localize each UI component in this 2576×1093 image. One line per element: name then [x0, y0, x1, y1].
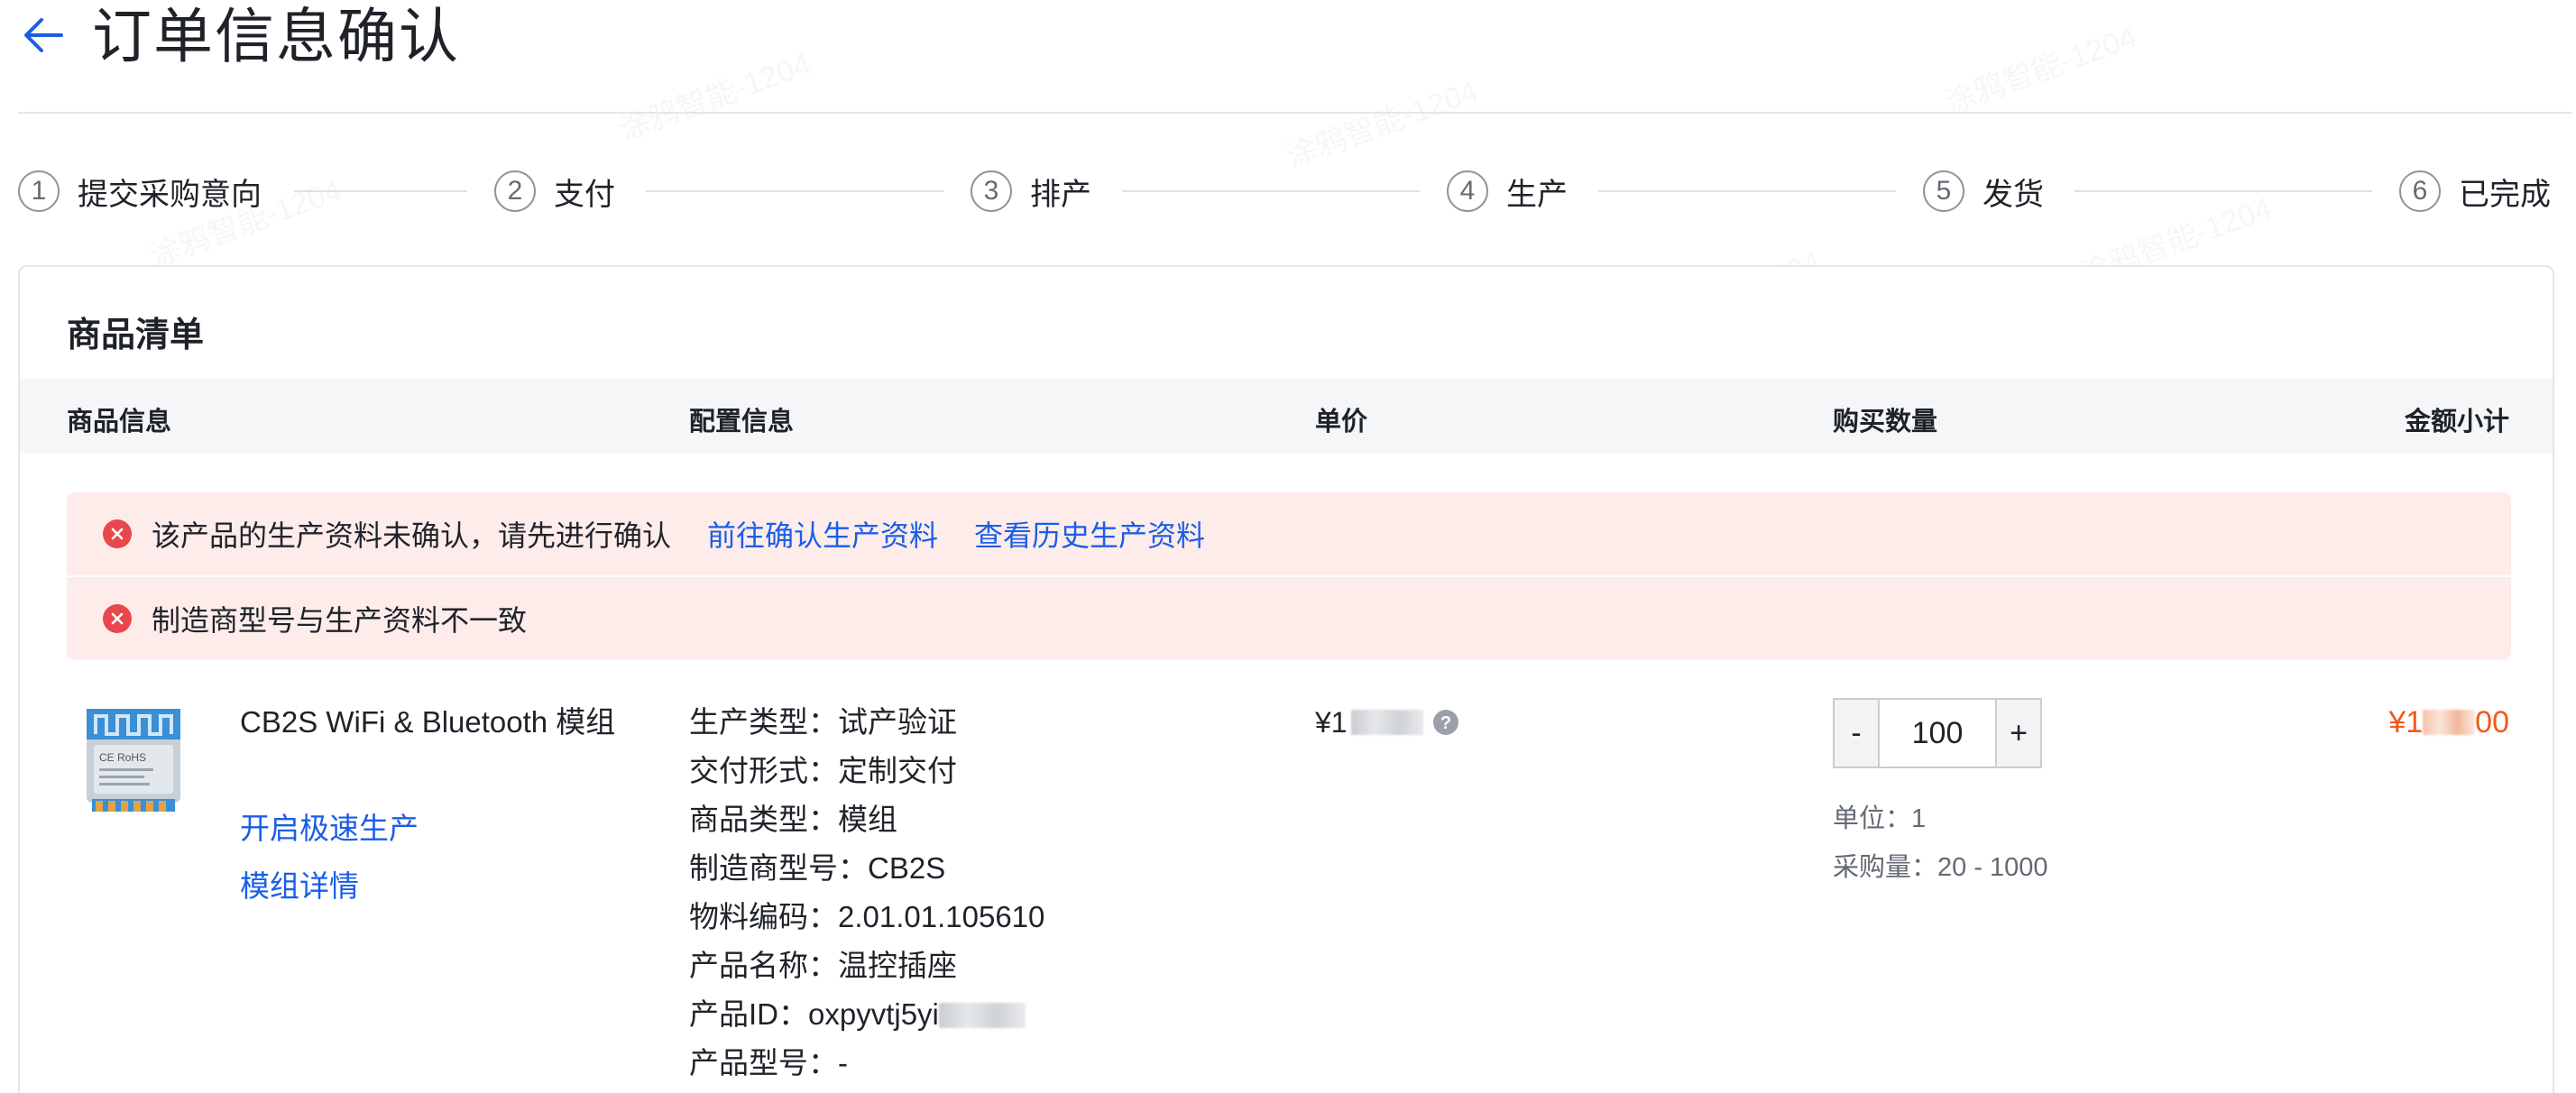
svg-text:?: ?	[1440, 713, 1450, 733]
alert-text: 制造商型号与生产资料不一致	[152, 604, 528, 637]
alert-mismatch: 制造商型号与生产资料不一致	[67, 577, 2511, 660]
unit-price: ¥1 ?	[1315, 698, 1459, 747]
step-ship: 5 发货	[1923, 164, 2044, 218]
step-schedule: 3 排产	[971, 164, 1091, 218]
config-label: 产品型号：	[689, 1046, 838, 1079]
config-value: 模组	[838, 803, 897, 836]
config-value: 2.01.01.105610	[838, 900, 1045, 933]
column-subtotal: 金额小计	[2404, 408, 2509, 436]
config-label: 产品名称：	[689, 949, 838, 982]
help-circle-icon[interactable]: ?	[1432, 709, 1459, 736]
svg-text:CE RoHS: CE RoHS	[99, 751, 146, 764]
view-history-production-data-link[interactable]: 查看历史生产资料	[974, 513, 1205, 555]
purchase-range-label: 采购量：20 - 1000	[1833, 853, 2048, 882]
step-divider	[294, 190, 467, 192]
redacted-subtotal	[2423, 710, 2476, 735]
config-row: 产品ID： oxpyvtj5yi	[689, 990, 1266, 1039]
quantity-input[interactable]	[1878, 700, 1997, 767]
step-divider	[2075, 190, 2372, 192]
step-divider	[1598, 190, 1896, 192]
column-config: 配置信息	[689, 408, 795, 436]
config-row: 生产类型： 试产验证	[689, 698, 1266, 747]
page-title: 订单信息确认	[92, 3, 460, 69]
config-info: 生产类型： 试产验证 交付形式： 定制交付 商品类型： 模组 制造商型号： CB2S 物…	[689, 698, 1266, 1088]
config-value: 试产验证	[838, 705, 957, 739]
config-value: 温控插座	[838, 949, 957, 982]
product-list-card: 商品清单 商品信息 配置信息 单价 购买数量 金额小计 该产品的生产资料未确认，…	[18, 265, 2554, 1093]
step-label: 发货	[1983, 177, 2044, 212]
config-value: CB2S	[868, 851, 946, 885]
column-price: 单价	[1315, 408, 1368, 436]
unit-label: 单位：1	[1833, 804, 1927, 833]
arrow-left-icon[interactable]	[20, 13, 65, 58]
config-value: 定制交付	[838, 754, 957, 787]
step-number: 1	[18, 170, 60, 212]
step-number: 6	[2399, 170, 2441, 212]
subtotal-suffix: 00	[2475, 705, 2509, 739]
decrease-button[interactable]: -	[1835, 700, 1878, 767]
config-row: 产品名称： 温控插座	[689, 941, 1266, 990]
config-row: 交付形式： 定制交付	[689, 747, 1266, 795]
config-value: -	[838, 1046, 848, 1079]
step-number: 2	[494, 170, 536, 212]
config-row: 制造商型号： CB2S	[689, 844, 1266, 893]
step-submit: 1 提交采购意向	[18, 164, 262, 218]
step-number: 3	[971, 170, 1012, 212]
step-number: 4	[1447, 170, 1488, 212]
config-label: 制造商型号：	[689, 851, 868, 885]
error-circle-icon	[103, 519, 132, 548]
order-confirm-page: 涂鸦智能-1204 涂鸦智能-1204 涂鸦智能-1204 涂鸦智能-1204 …	[0, 0, 2576, 1093]
table-header: 商品信息 配置信息 单价 购买数量 金额小计	[20, 379, 2553, 453]
step-divider	[1122, 190, 1420, 192]
step-complete: 6 已完成	[2399, 164, 2551, 218]
config-row: 产品型号： -	[689, 1039, 1266, 1088]
card-title: 商品清单	[67, 317, 205, 354]
subtotal-amount: ¥1 00	[2388, 698, 2509, 747]
alert-unconfirmed: 该产品的生产资料未确认，请先进行确认 前往确认生产资料 查看历史生产资料	[67, 492, 2511, 575]
step-produce: 4 生产	[1447, 164, 1568, 218]
config-label: 商品类型：	[689, 803, 838, 836]
redacted-value	[938, 1003, 1026, 1028]
config-label: 物料编码：	[689, 900, 838, 933]
price-prefix: ¥1	[1315, 706, 1348, 739]
product-name: CB2S WiFi & Bluetooth 模组	[240, 705, 616, 739]
alert-text: 该产品的生产资料未确认，请先进行确认	[152, 519, 672, 552]
config-value: oxpyvtj5yi	[808, 997, 939, 1031]
error-circle-icon	[103, 604, 132, 633]
fast-production-link[interactable]: 开启极速生产	[240, 804, 419, 848]
step-label: 支付	[554, 177, 615, 212]
step-label: 已完成	[2459, 177, 2551, 212]
subtotal-prefix: ¥1	[2388, 705, 2424, 739]
step-divider	[646, 190, 943, 192]
redacted-price	[1350, 710, 1423, 735]
step-label: 生产	[1506, 177, 1568, 212]
step-pay: 2 支付	[494, 164, 615, 218]
step-number: 5	[1923, 170, 1964, 212]
module-image: CE RoHS	[87, 709, 180, 812]
config-label: 产品ID：	[689, 997, 808, 1031]
module-detail-link[interactable]: 模组详情	[240, 862, 359, 905]
quantity-stepper: - +	[1833, 698, 2042, 768]
column-quantity: 购买数量	[1833, 408, 1938, 436]
step-label: 提交采购意向	[78, 177, 262, 212]
column-product: 商品信息	[67, 408, 172, 436]
config-label: 生产类型：	[689, 705, 838, 739]
order-steps: 1 提交采购意向 2 支付 3 排产 4 生产 5 发货 6 已完成	[18, 164, 2556, 218]
increase-button[interactable]: +	[1997, 700, 2040, 767]
config-row: 物料编码： 2.01.01.105610	[689, 893, 1266, 941]
step-label: 排产	[1030, 177, 1091, 212]
page-header: 订单信息确认	[18, 0, 2572, 114]
confirm-production-data-link[interactable]: 前往确认生产资料	[707, 513, 938, 555]
config-row: 商品类型： 模组	[689, 795, 1266, 844]
config-label: 交付形式：	[689, 754, 838, 787]
